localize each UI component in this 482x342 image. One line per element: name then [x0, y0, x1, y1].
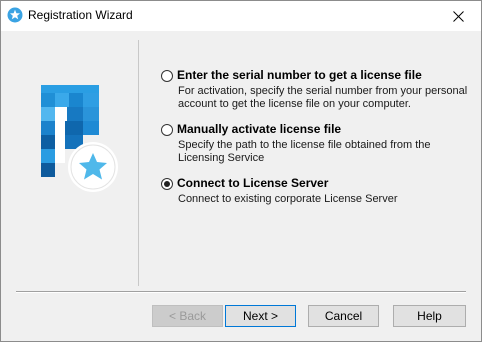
close-icon [452, 10, 464, 22]
logo-pane [1, 31, 138, 289]
vertical-divider [138, 40, 139, 286]
close-button[interactable] [435, 1, 481, 31]
radio-serial-number[interactable] [161, 70, 173, 82]
star-app-icon [7, 7, 23, 23]
back-button[interactable]: < Back [152, 305, 223, 327]
radio-license-server[interactable] [161, 178, 173, 190]
window-title: Registration Wizard [28, 8, 133, 22]
option-license-server-label[interactable]: Connect to License Server [177, 176, 328, 190]
product-logo [41, 85, 118, 192]
wizard-content: Enter the serial number to get a license… [1, 31, 481, 341]
help-button[interactable]: Help [393, 305, 466, 327]
registration-wizard-window: Registration Wizard Enter the serial num… [0, 0, 482, 342]
option-serial-number-label[interactable]: Enter the serial number to get a license… [177, 68, 422, 82]
radio-manual-activation[interactable] [161, 124, 173, 136]
option-manual-activation-description: Specify the path to the license file obt… [178, 139, 431, 164]
option-manual-activation-label[interactable]: Manually activate license file [177, 122, 341, 136]
cancel-button[interactable]: Cancel [308, 305, 379, 327]
next-button[interactable]: Next > [225, 305, 296, 327]
title-bar: Registration Wizard [1, 1, 481, 31]
horizontal-divider-highlight [16, 292, 466, 293]
option-license-server-description: Connect to existing corporate License Se… [178, 193, 398, 205]
option-serial-number-description: For activation, specify the serial numbe… [178, 85, 468, 110]
